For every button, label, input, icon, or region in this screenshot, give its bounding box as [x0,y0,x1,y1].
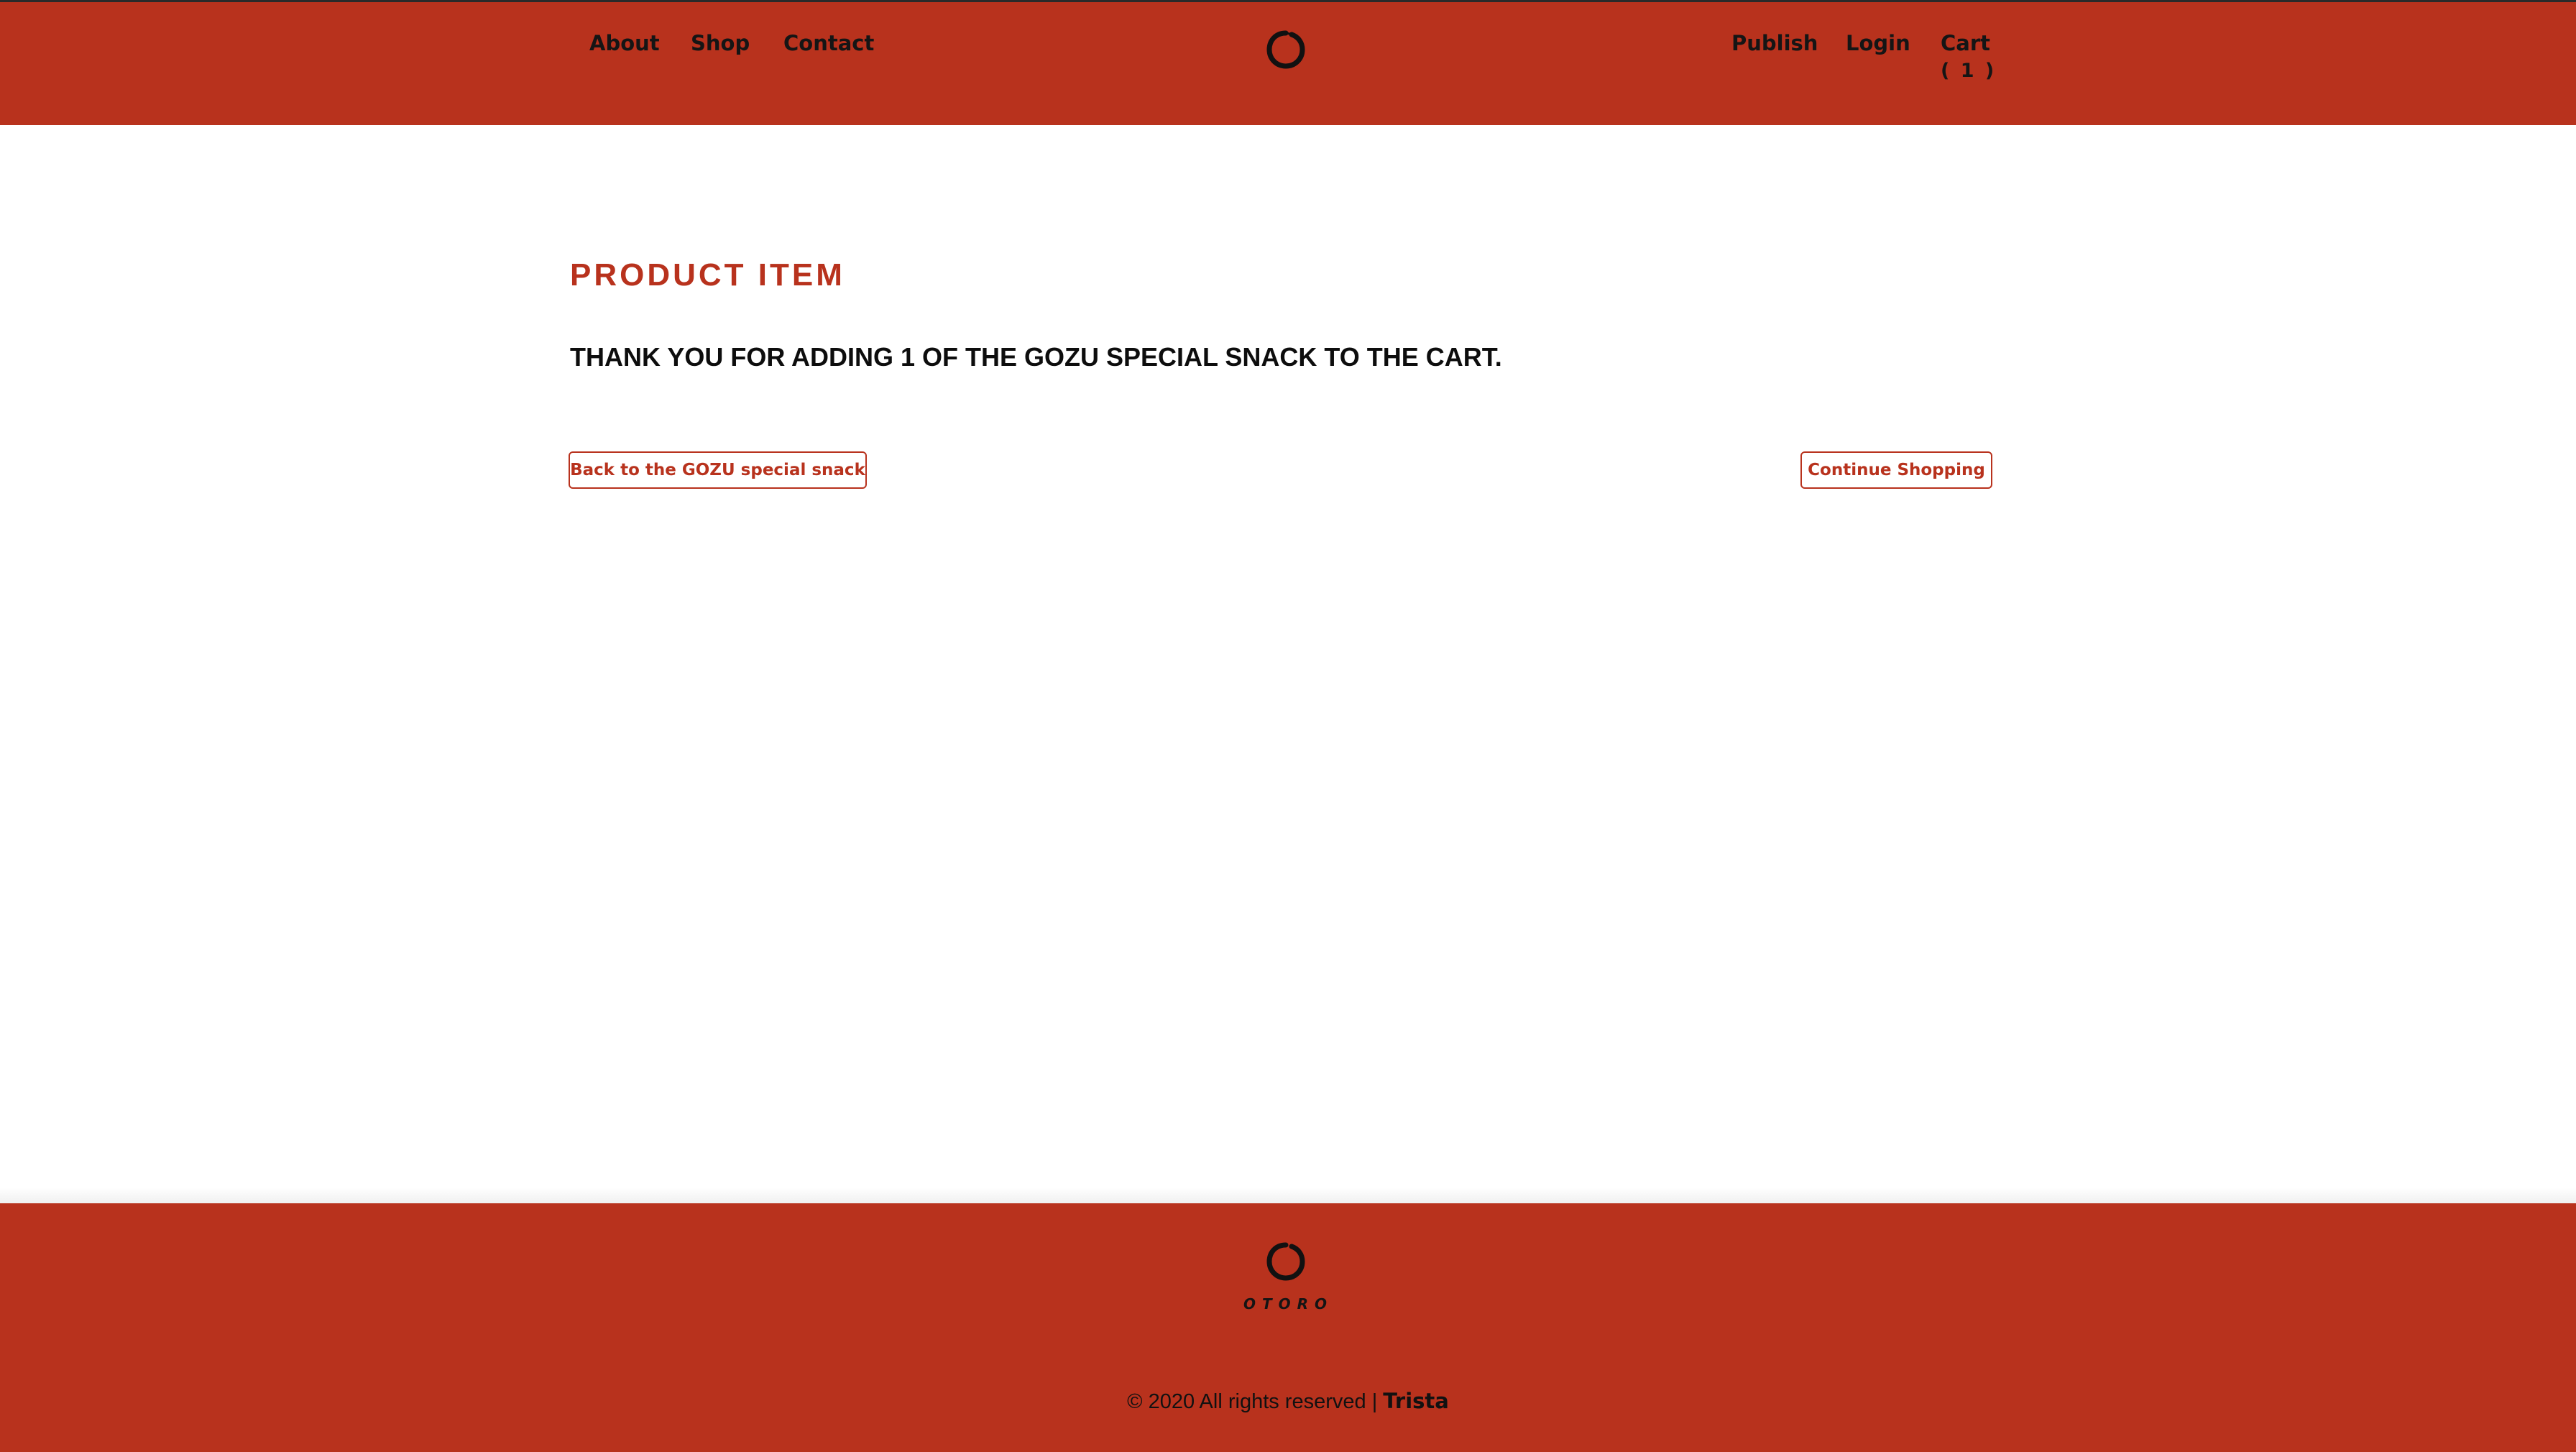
page-title: PRODUCT ITEM [570,257,845,293]
continue-shopping-button[interactable]: Continue Shopping [1800,451,1992,489]
site-footer: OTORO © 2020 All rights reserved | Trist… [0,1203,2576,1452]
author-link[interactable]: Trista [1383,1389,1449,1413]
copyright-prefix: © 2020 All rights reserved | [1127,1390,1384,1413]
nav-cart-link[interactable]: Cart [1941,31,1990,55]
nav-shop-link[interactable]: Shop [691,31,750,55]
nav-about-link[interactable]: About [589,31,660,55]
footer-divider-shadow [0,1187,2576,1203]
enso-logo-icon [1266,1242,1305,1281]
back-to-product-button[interactable]: Back to the GOZU special snack [569,451,867,489]
cart-confirmation-message: THANK YOU FOR ADDING 1 OF THE GOZU SPECI… [570,342,1502,372]
nav-contact-link[interactable]: Contact [783,31,874,55]
enso-logo-icon[interactable] [1265,29,1307,70]
brand-wordmark: OTORO [1243,1295,1334,1313]
site-header: About Shop Contact Publish Login Cart ( … [0,0,2576,125]
copyright-text: © 2020 All rights reserved | Trista [0,1389,2576,1414]
nav-login-link[interactable]: Login [1846,31,1910,55]
cart-count-badge[interactable]: ( 1 ) [1941,60,1996,82]
nav-publish-link[interactable]: Publish [1731,31,1818,55]
